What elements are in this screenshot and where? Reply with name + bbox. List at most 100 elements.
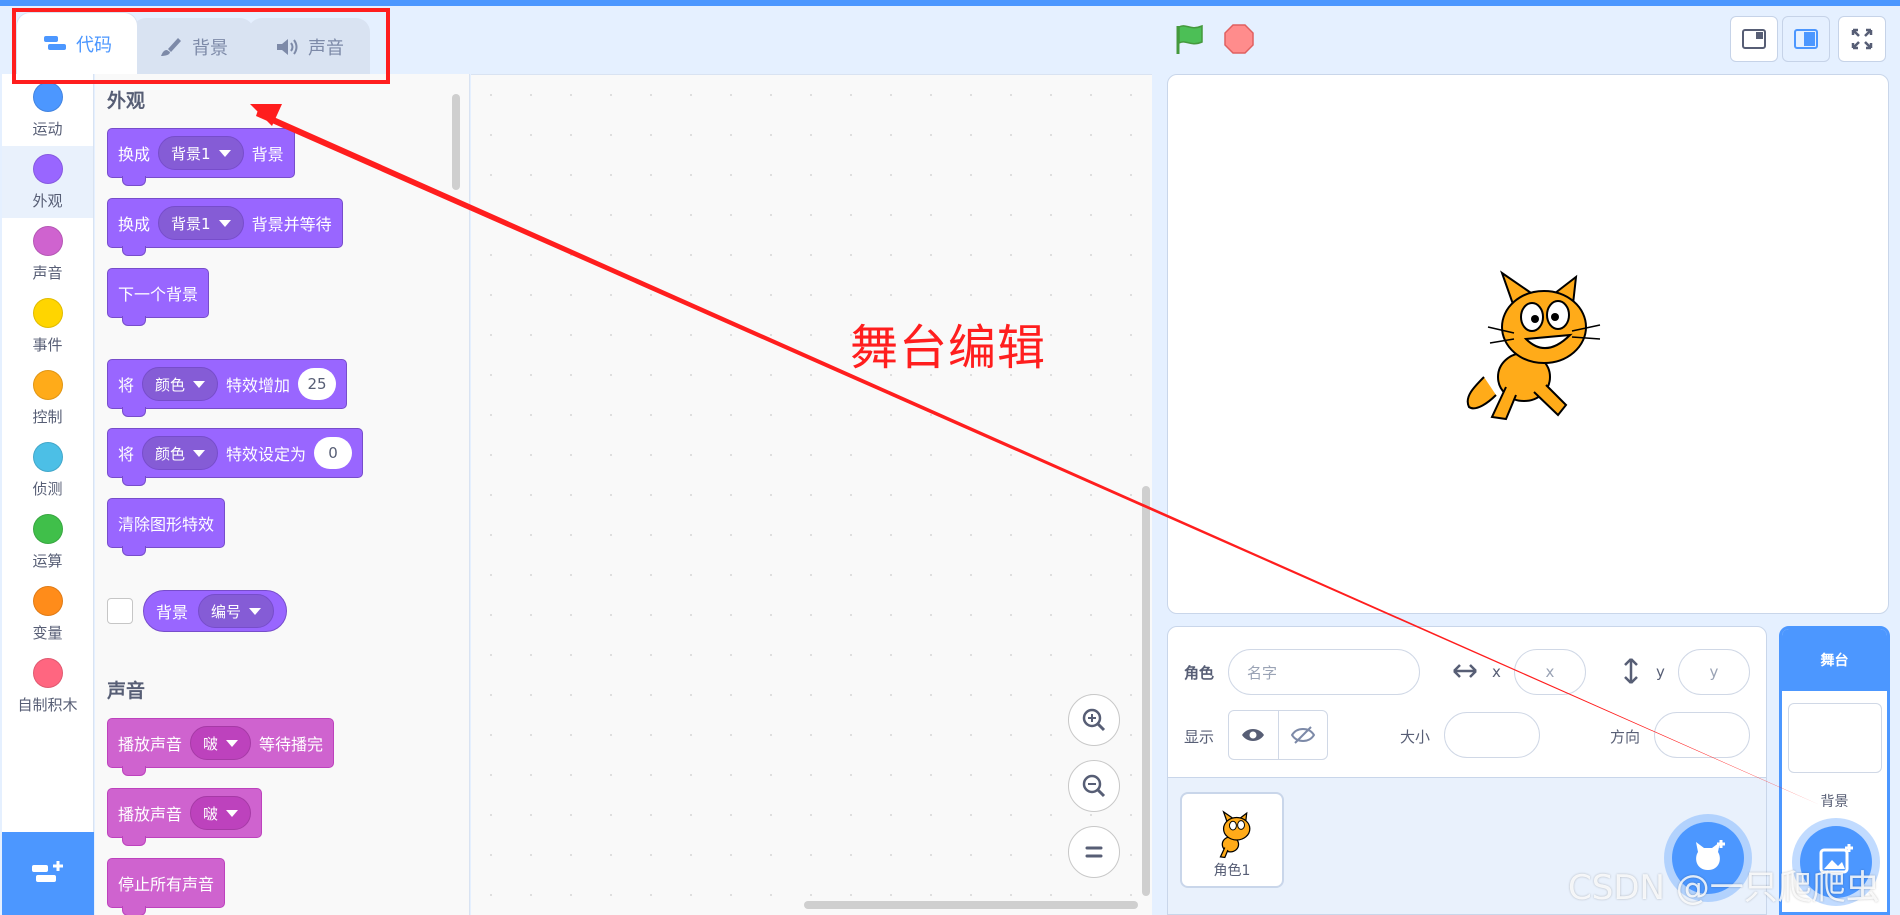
block-text: 换成 [118, 145, 151, 164]
category-operators[interactable]: 运算 [2, 506, 93, 578]
caret-down-icon [193, 449, 206, 457]
stage-thumbnail[interactable] [1787, 703, 1882, 773]
category-looks[interactable]: 外观 [2, 146, 93, 218]
block-start-sound[interactable]: 播放声音 啵 [107, 788, 263, 846]
sound-dropdown[interactable]: 啵 [190, 796, 252, 830]
palette-scrollbar[interactable] [452, 94, 460, 190]
cat-sprite-thumbnail-icon [1219, 810, 1251, 859]
control-dot-icon [32, 369, 63, 400]
add-extension-icon [32, 860, 63, 882]
workspace-vertical-scrollbar[interactable] [1142, 486, 1150, 896]
size-input[interactable] [1444, 712, 1540, 758]
caret-down-icon [193, 380, 206, 388]
motion-dot-icon [32, 81, 63, 112]
backdrop-label: 背景 [1820, 794, 1849, 810]
stage-selector-header: 舞台 [1782, 629, 1887, 691]
block-text: 换成 [118, 215, 151, 234]
category-events[interactable]: 事件 [2, 290, 93, 362]
dropdown-value: 啵 [203, 804, 219, 823]
effect-change-input[interactable]: 25 [298, 368, 337, 400]
category-control[interactable]: 控制 [2, 362, 93, 434]
category-sensing[interactable]: 侦测 [2, 434, 93, 506]
operators-dot-icon [32, 513, 63, 544]
fullscreen-button[interactable] [1838, 16, 1886, 62]
category-label: 控制 [32, 407, 63, 426]
tab-code[interactable]: 代码 [16, 12, 138, 74]
sound-dropdown[interactable]: 啵 [190, 726, 252, 760]
direction-label: 方向 [1610, 728, 1641, 746]
tab-backdrops[interactable]: 背景 [132, 18, 254, 74]
eye-slash-icon [1290, 726, 1315, 744]
stop-button[interactable] [1222, 22, 1256, 60]
cat-sprite-icon [1466, 270, 1601, 421]
green-flag-button[interactable] [1172, 22, 1206, 60]
block-text: 下一个背景 [118, 285, 199, 304]
category-label: 自制积木 [17, 695, 78, 714]
sprite-tile[interactable]: 角色1 [1180, 792, 1284, 888]
large-stage-icon [1794, 29, 1818, 49]
tab-sounds[interactable]: 声音 [248, 18, 370, 74]
direction-input[interactable] [1654, 712, 1750, 758]
hide-sprite-button[interactable] [1277, 711, 1328, 759]
large-stage-button[interactable] [1782, 16, 1830, 62]
stop-icon [1224, 24, 1254, 54]
stage-canvas[interactable] [1167, 74, 1889, 614]
block-clear-effects[interactable]: 清除图形特效 [107, 498, 226, 556]
category-label: 运算 [32, 551, 63, 570]
category-my-blocks[interactable]: 自制积木 [2, 650, 93, 722]
block-text: 清除图形特效 [118, 515, 215, 534]
dropdown-value: 颜色 [155, 375, 186, 394]
zoom-in-icon [1082, 708, 1106, 732]
dropdown-value: 颜色 [155, 444, 186, 463]
sound-dot-icon [32, 225, 63, 256]
caret-down-icon [218, 149, 231, 157]
block-text: 将 [118, 445, 135, 464]
block-text: 等待播完 [259, 735, 324, 754]
editor-tabs: 代码 背景 声音 [16, 12, 370, 74]
variables-dot-icon [32, 585, 63, 616]
block-stop-all-sounds[interactable]: 停止所有声音 [107, 858, 226, 915]
backdrop-attr-dropdown[interactable]: 编号 [198, 594, 275, 628]
events-dot-icon [32, 297, 63, 328]
zoom-reset-button[interactable] [1068, 826, 1120, 878]
small-stage-button[interactable] [1730, 16, 1778, 62]
category-sound[interactable]: 声音 [2, 218, 93, 290]
category-variables[interactable]: 变量 [2, 578, 93, 650]
effect-dropdown[interactable]: 颜色 [142, 436, 219, 470]
visibility-toggle [1228, 710, 1328, 760]
backdrop-dropdown[interactable]: 背景1 [158, 136, 244, 170]
effect-dropdown[interactable]: 颜色 [142, 367, 219, 401]
category-label: 事件 [32, 335, 63, 354]
block-text: 背景 [156, 603, 189, 622]
x-input[interactable]: x [1514, 649, 1586, 695]
zoom-out-button[interactable] [1068, 760, 1120, 812]
block-switch-backdrop[interactable]: 换成 背景1 背景 [107, 128, 295, 186]
looks-section-title: 外观 [107, 90, 146, 112]
x-label: x [1492, 663, 1501, 681]
block-play-sound-until-done[interactable]: 播放声音 啵 等待播完 [107, 718, 335, 776]
x-arrows-icon [1452, 662, 1478, 684]
y-input[interactable]: y [1678, 649, 1750, 695]
block-next-backdrop[interactable]: 下一个背景 [107, 268, 210, 326]
backdrop-monitor-checkbox[interactable] [107, 598, 133, 624]
category-motion[interactable]: 运动 [2, 74, 93, 146]
show-sprite-button[interactable] [1229, 711, 1278, 759]
category-label: 变量 [32, 623, 63, 642]
workspace-horizontal-scrollbar[interactable] [804, 901, 1138, 909]
sprite-name-input[interactable]: 名字 [1228, 649, 1420, 695]
block-text: 特效设定为 [226, 445, 307, 464]
small-stage-icon [1742, 29, 1766, 49]
sensing-dot-icon [32, 441, 63, 472]
block-set-effect[interactable]: 将 颜色 特效设定为 0 [107, 428, 364, 486]
effect-set-input[interactable]: 0 [314, 437, 353, 469]
add-extension-button[interactable] [2, 832, 94, 915]
reporter-backdrop-number[interactable]: 背景 编号 [143, 590, 288, 632]
dropdown-value: 背景1 [171, 214, 211, 233]
backdrop-dropdown[interactable]: 背景1 [158, 206, 244, 240]
block-switch-backdrop-and-wait[interactable]: 换成 背景1 背景并等待 [107, 198, 343, 256]
equals-icon [1085, 846, 1103, 858]
dropdown-value: 编号 [211, 602, 242, 621]
zoom-in-button[interactable] [1068, 694, 1120, 746]
block-change-effect[interactable]: 将 颜色 特效增加 25 [107, 359, 348, 417]
code-workspace[interactable] [471, 74, 1152, 915]
